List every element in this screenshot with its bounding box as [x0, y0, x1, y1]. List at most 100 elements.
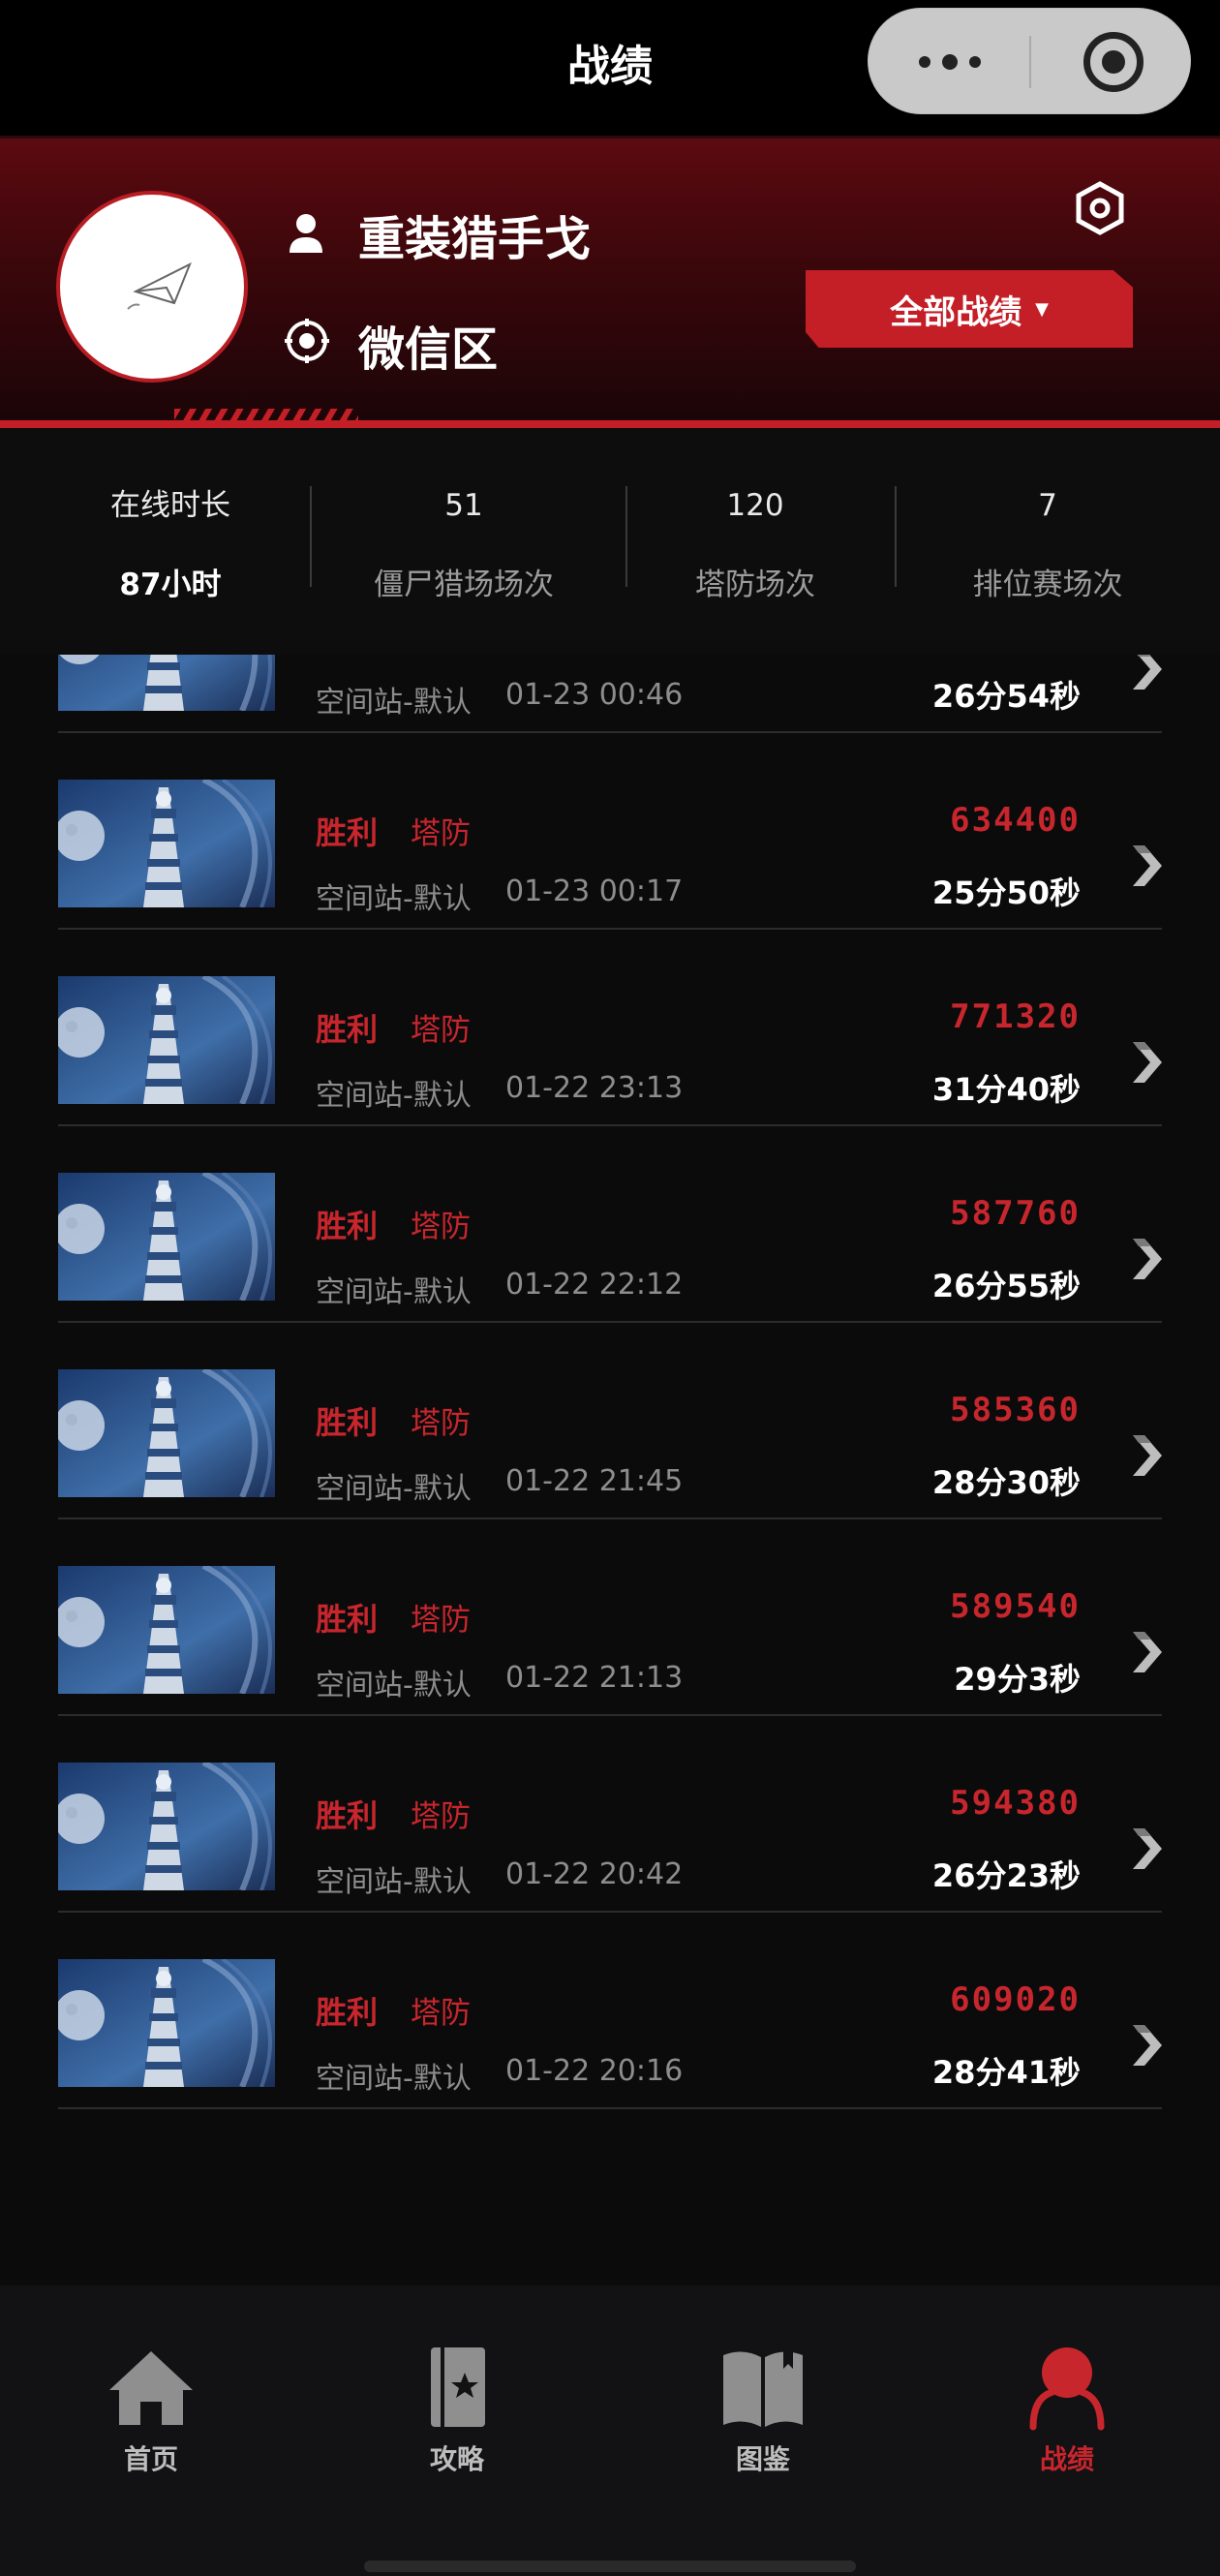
match-time: 01-22 21:13: [505, 1661, 684, 1695]
profile-header: 重装猎手戈 微信区 全部战绩 ▼: [0, 136, 1220, 428]
match-result: 胜利: [316, 1208, 379, 1244]
match-duration: 28分41秒: [931, 2054, 1081, 2091]
chevron-right-icon: [1133, 1632, 1162, 1672]
match-duration: 26分55秒: [931, 1268, 1081, 1304]
filter-label: 全部战绩: [890, 292, 1022, 332]
more-dot-icon: [918, 56, 930, 68]
stat-online-time: 在线时长 87小时: [58, 484, 283, 606]
top-navbar: 战绩: [0, 0, 1220, 136]
server-name: 微信区: [358, 322, 499, 377]
match-time: 01-22 20:42: [505, 1857, 684, 1891]
stat-zombie-hunt: 51 僵尸猎场场次: [337, 484, 591, 606]
stat-divider: [895, 486, 897, 587]
chevron-right-icon: [1133, 1042, 1162, 1083]
match-score: 585360: [950, 1391, 1081, 1429]
match-time: 01-22 22:12: [505, 1268, 684, 1302]
map-thumbnail: [58, 1959, 275, 2087]
match-mode: 塔防: [411, 1996, 471, 2031]
record-row[interactable]: 胜利 塔防 空间站-默认 01-22 21:45 585360 28分30秒: [0, 1323, 1220, 1519]
map-thumbnail: [58, 1369, 275, 1497]
chevron-right-icon: [1133, 845, 1162, 886]
match-time: 01-22 20:16: [505, 2054, 684, 2088]
match-duration: 31分40秒: [931, 1071, 1081, 1108]
match-duration: 26分23秒: [931, 1857, 1081, 1894]
map-name: 空间站-默认: [316, 686, 472, 720]
tab-codex[interactable]: 图鉴: [676, 2344, 850, 2477]
more-menu-button[interactable]: [869, 9, 1030, 115]
map-name: 空间站-默认: [316, 2062, 472, 2096]
stat-label: 僵尸猎场场次: [374, 567, 554, 602]
record-person-icon: [1029, 2347, 1105, 2431]
match-score: 589540: [950, 1587, 1081, 1626]
guide-book-icon: [431, 2347, 485, 2427]
stat-divider: [310, 486, 312, 587]
record-row[interactable]: 胜利 塔防 空间站-默认 01-23 00:46 620540 26分54秒: [0, 655, 1220, 733]
chevron-right-icon: [1133, 1828, 1162, 1869]
more-dot-icon: [941, 54, 958, 70]
map-thumbnail: [58, 1566, 275, 1694]
match-score: 771320: [950, 997, 1081, 1036]
stat-label: 塔防场次: [695, 567, 815, 602]
stat-tower-defense: 120 塔防场次: [639, 484, 871, 606]
match-score: 634400: [950, 801, 1081, 840]
settings-icon[interactable]: [1075, 181, 1125, 235]
record-row[interactable]: 胜利 塔防 空间站-默认 01-23 00:17 634400 25分50秒: [0, 733, 1220, 930]
row-divider: [58, 2107, 1162, 2109]
stat-value: 7: [1038, 488, 1057, 523]
bottom-tab-bar: 首页 攻略 图鉴 战绩: [0, 2285, 1220, 2576]
header-accent-line: [0, 420, 1220, 428]
record-row[interactable]: 胜利 塔防 空间站-默认 01-22 23:13 771320 31分40秒: [0, 930, 1220, 1126]
server-region-icon: [285, 319, 329, 363]
match-duration: 29分3秒: [954, 1661, 1081, 1698]
stat-label: 排位赛场次: [972, 567, 1123, 602]
match-result: 胜利: [316, 814, 379, 851]
player-name: 重装猎手戈: [358, 212, 592, 266]
match-result: 胜利: [316, 1601, 379, 1638]
tab-home[interactable]: 首页: [64, 2344, 238, 2477]
chevron-down-icon: ▼: [1035, 298, 1049, 320]
tab-label: 攻略: [429, 2443, 484, 2475]
match-mode: 塔防: [411, 1406, 471, 1441]
avatar[interactable]: [56, 191, 248, 383]
decorative-hatch: [174, 409, 358, 420]
match-mode: 塔防: [411, 1603, 471, 1638]
match-result: 胜利: [316, 1994, 379, 2031]
record-row[interactable]: 胜利 塔防 空间站-默认 01-22 21:13 589540 29分3秒: [0, 1519, 1220, 1716]
match-result: 胜利: [316, 1404, 379, 1441]
map-thumbnail: [58, 780, 275, 907]
match-duration: 25分50秒: [931, 874, 1081, 911]
chevron-right-icon: [1133, 2025, 1162, 2066]
map-thumbnail: [58, 976, 275, 1104]
match-mode: 塔防: [411, 1013, 471, 1048]
stat-label: 在线时长: [110, 488, 230, 523]
record-row[interactable]: 胜利 塔防 空间站-默认 01-22 20:42 594380 26分23秒: [0, 1716, 1220, 1913]
stat-divider: [625, 486, 627, 587]
record-list[interactable]: 胜利 塔防 空间站-默认 01-23 00:46 620540 26分54秒: [0, 655, 1220, 2285]
match-score: 609020: [950, 1980, 1081, 2019]
map-name: 空间站-默认: [316, 1079, 472, 1113]
home-icon: [109, 2351, 193, 2425]
match-result: 胜利: [316, 655, 378, 657]
user-icon: [290, 214, 322, 253]
map-name: 空间站-默认: [316, 882, 472, 916]
match-time: 01-22 21:45: [505, 1464, 684, 1498]
match-mode: 塔防: [411, 1799, 471, 1834]
tab-records[interactable]: 战绩: [980, 2344, 1154, 2477]
match-result: 胜利: [316, 1011, 379, 1048]
match-time: 01-23 00:46: [505, 678, 684, 712]
match-mode: 塔防: [411, 1210, 471, 1244]
match-result: 胜利: [316, 1797, 379, 1834]
record-row[interactable]: 胜利 塔防 空间站-默认 01-22 22:12 587760 26分55秒: [0, 1126, 1220, 1323]
record-row[interactable]: 胜利 塔防 空间站-默认 01-22 20:16 609020 28分41秒: [0, 1913, 1220, 2109]
chevron-right-icon: [1133, 1239, 1162, 1279]
close-miniprogram-icon[interactable]: [1083, 32, 1144, 92]
record-filter-button[interactable]: 全部战绩 ▼: [806, 270, 1133, 348]
chevron-right-icon: [1133, 655, 1162, 690]
tab-guide[interactable]: 攻略: [370, 2344, 544, 2477]
map-name: 空间站-默认: [316, 1472, 472, 1506]
map-name: 空间站-默认: [316, 1669, 472, 1702]
stats-summary: 在线时长 87小时 51 僵尸猎场场次 120 塔防场次 7 排位赛场次: [0, 428, 1220, 655]
stat-ranked: 7 排位赛场次: [931, 484, 1164, 606]
match-duration: 28分30秒: [931, 1464, 1081, 1501]
map-thumbnail: [58, 1173, 275, 1301]
